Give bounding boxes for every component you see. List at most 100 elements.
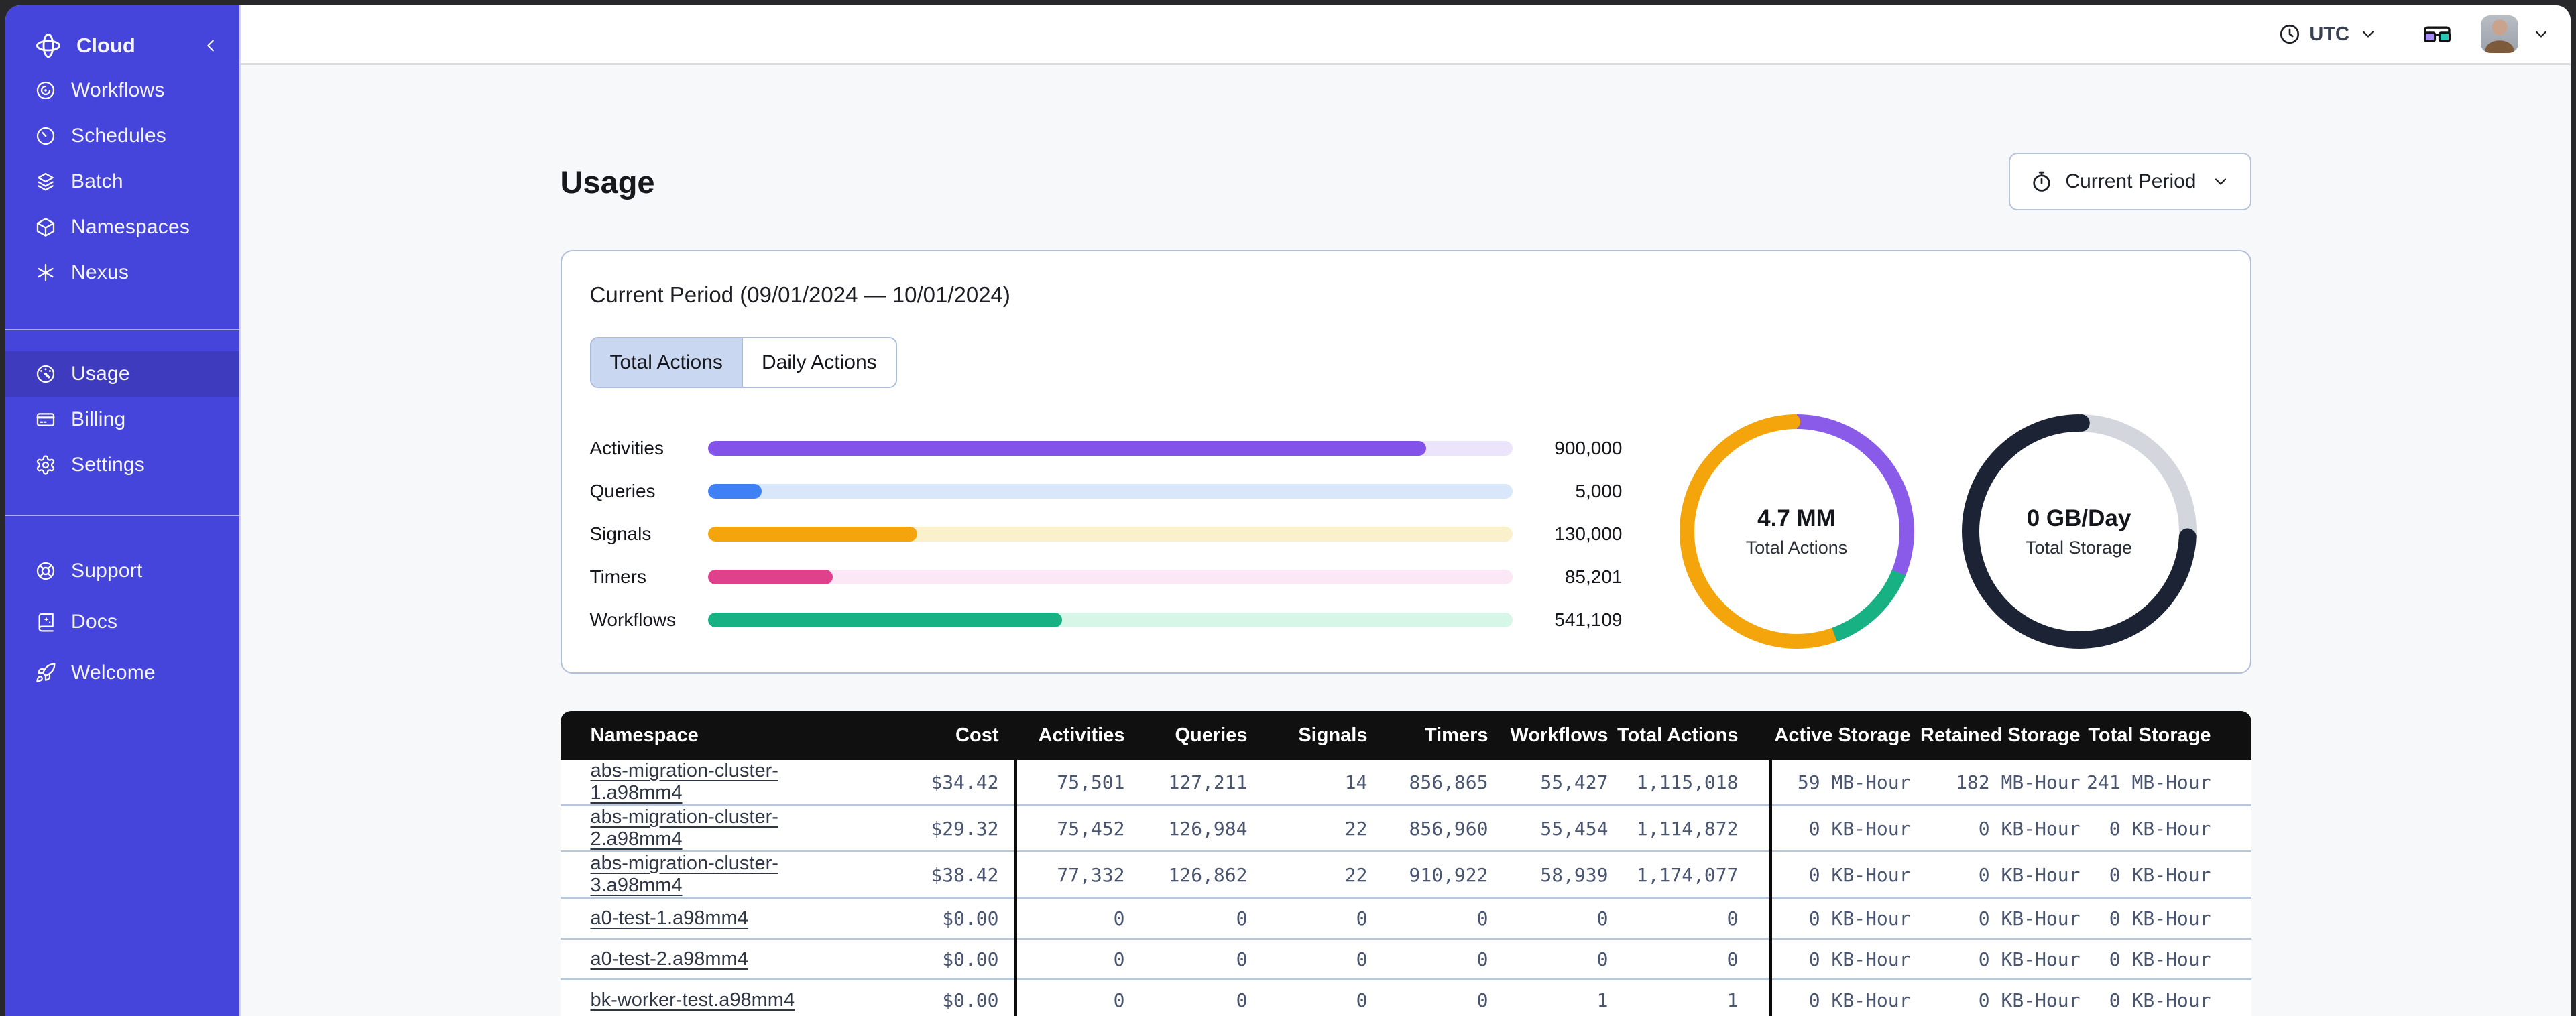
- topbar: UTC: [241, 5, 2571, 65]
- usage-bar-label: Queries: [589, 481, 656, 501]
- tab-daily-actions[interactable]: Daily Actions: [741, 338, 896, 387]
- usage-bar-track: [707, 570, 1513, 584]
- feedback-glasses-icon[interactable]: [2422, 23, 2453, 46]
- cell-cost: $38.42: [828, 852, 1014, 899]
- cell-workflows: 55,454: [1488, 806, 1608, 852]
- cell-cost: $0.00: [828, 899, 1014, 940]
- sidebar-item-docs[interactable]: Docs: [5, 599, 239, 645]
- usage-bar-fill: [707, 484, 762, 499]
- usage-bar-row: Queries 5,000: [590, 470, 1623, 513]
- sidebar-item-welcome[interactable]: Welcome: [5, 650, 239, 696]
- cell-activities: 0: [1013, 899, 1125, 940]
- namespace-link[interactable]: abs-migration-cluster-3.a98mm4: [591, 852, 778, 896]
- cell-activities: 75,501: [1013, 760, 1125, 806]
- usage-bar-label: Signals: [589, 523, 652, 544]
- col-header-queries[interactable]: Queries: [1124, 711, 1248, 760]
- cell-active-storage: 0 KB-Hour: [1768, 980, 1911, 1016]
- sidebar-item-label: Settings: [71, 454, 145, 476]
- col-header-total-actions[interactable]: Total Actions: [1608, 711, 1769, 760]
- sidebar-collapse-icon[interactable]: [200, 36, 221, 56]
- actions-tabs: Total Actions Daily Actions: [589, 337, 897, 388]
- col-header-workflows[interactable]: Workflows: [1488, 711, 1608, 760]
- namespace-link[interactable]: abs-migration-cluster-1.a98mm4: [591, 760, 778, 804]
- cell-workflows: 0: [1488, 940, 1608, 980]
- sidebar-item-label: Namespaces: [71, 216, 190, 238]
- namespace-link[interactable]: a0-test-2.a98mm4: [591, 948, 748, 970]
- cell-total-storage: 0 KB-Hour: [2080, 980, 2251, 1016]
- chevron-down-icon: [2362, 31, 2374, 38]
- cell-total-actions: 1,114,872: [1608, 806, 1769, 852]
- col-header-timers[interactable]: Timers: [1367, 711, 1488, 760]
- col-header-signals[interactable]: Signals: [1247, 711, 1368, 760]
- sidebar-item-label: Usage: [71, 363, 130, 385]
- workflows-spiral-icon: [36, 81, 55, 100]
- timezone-selector[interactable]: UTC: [2278, 23, 2378, 46]
- cell-workflows: 58,939: [1488, 852, 1608, 899]
- current-period-card: Current Period (09/01/2024 — 10/01/2024)…: [560, 250, 2251, 674]
- cell-signals: 22: [1247, 852, 1368, 899]
- usage-bar-track: [707, 484, 1513, 499]
- col-header-namespace[interactable]: Namespace: [560, 711, 829, 760]
- period-selector-button[interactable]: Current Period: [2009, 153, 2251, 210]
- cell-total-storage: 0 KB-Hour: [2080, 806, 2251, 852]
- user-menu-chevron-down-icon[interactable]: [2532, 25, 2551, 44]
- cell-queries: 126,862: [1124, 852, 1248, 899]
- col-header-retained-storage[interactable]: Retained Storage: [1910, 711, 2081, 760]
- cell-active-storage: 0 KB-Hour: [1768, 852, 1911, 899]
- usage-bar-track: [707, 441, 1513, 456]
- table-row: bk-worker-test.a98mm4 $0.00 0 0 0 0 1 1 …: [560, 980, 2251, 1016]
- col-header-activities[interactable]: Activities: [1013, 711, 1125, 760]
- namespace-link[interactable]: a0-test-1.a98mm4: [591, 907, 748, 929]
- cell-activities: 0: [1013, 980, 1125, 1016]
- cell-activities: 0: [1013, 940, 1125, 980]
- column-group-divider: [1768, 760, 1772, 1016]
- usage-bar-chart: Activities 900,000 Queries 5,000 Signals…: [590, 427, 1623, 641]
- sidebar-item-batch[interactable]: Batch: [5, 159, 239, 204]
- table-row: abs-migration-cluster-3.a98mm4 $38.42 77…: [560, 852, 2251, 899]
- sidebar-item-workflows[interactable]: Workflows: [5, 68, 239, 113]
- tab-total-actions[interactable]: Total Actions: [591, 338, 742, 387]
- sidebar-item-schedules[interactable]: Schedules: [5, 113, 239, 159]
- sidebar-item-label: Schedules: [71, 125, 166, 147]
- cell-total-storage: 0 KB-Hour: [2080, 852, 2251, 899]
- namespace-link[interactable]: abs-migration-cluster-2.a98mm4: [591, 806, 778, 850]
- cell-activities: 77,332: [1013, 852, 1125, 899]
- sidebar-item-settings[interactable]: Settings: [5, 442, 239, 488]
- sidebar-divider: [5, 329, 239, 330]
- cell-total-actions: 0: [1608, 899, 1769, 940]
- cell-signals: 0: [1247, 940, 1368, 980]
- col-header-total-storage[interactable]: Total Storage: [2080, 711, 2251, 760]
- cell-retained-storage: 0 KB-Hour: [1910, 940, 2081, 980]
- col-header-active-storage[interactable]: Active Storage: [1768, 711, 1911, 760]
- user-avatar[interactable]: [2481, 15, 2518, 53]
- sidebar-item-nexus[interactable]: Nexus: [5, 250, 239, 296]
- cell-activities: 75,452: [1013, 806, 1125, 852]
- usage-bar-fill: [707, 441, 1427, 456]
- sidebar-item-namespaces[interactable]: Namespaces: [5, 204, 239, 250]
- cell-total-actions: 1,115,018: [1608, 760, 1769, 806]
- usage-bar-row: Workflows 541,109: [590, 598, 1623, 641]
- cell-total-actions: 0: [1608, 940, 1769, 980]
- cell-signals: 0: [1247, 980, 1368, 1016]
- sidebar-item-label: Batch: [71, 170, 123, 192]
- cell-signals: 0: [1247, 899, 1368, 940]
- col-header-cost[interactable]: Cost: [828, 711, 1014, 760]
- usage-bar-value: 85,201: [1564, 566, 1623, 587]
- cell-active-storage: 0 KB-Hour: [1768, 899, 1911, 940]
- cell-total-actions: 1,174,077: [1608, 852, 1769, 899]
- cell-cost: $34.42: [828, 760, 1014, 806]
- life-ring-icon: [36, 562, 55, 580]
- sidebar-item-billing[interactable]: Billing: [5, 397, 239, 442]
- usage-bar-label: Timers: [589, 566, 647, 587]
- sidebar-item-usage[interactable]: Usage: [5, 351, 239, 397]
- usage-bar-value: 5,000: [1575, 481, 1623, 501]
- cell-active-storage: 0 KB-Hour: [1768, 940, 1911, 980]
- sidebar-item-label: Workflows: [71, 79, 165, 101]
- card-title: Current Period (09/01/2024 — 10/01/2024): [589, 282, 1010, 307]
- sidebar-item-support[interactable]: Support: [5, 548, 239, 594]
- book-sparkle-icon: [38, 613, 54, 632]
- namespace-link[interactable]: bk-worker-test.a98mm4: [591, 989, 795, 1011]
- sidebar-item-label: Billing: [71, 408, 126, 430]
- usage-bar-row: Timers 85,201: [590, 556, 1623, 598]
- usage-bar-row: Signals 130,000: [590, 513, 1623, 556]
